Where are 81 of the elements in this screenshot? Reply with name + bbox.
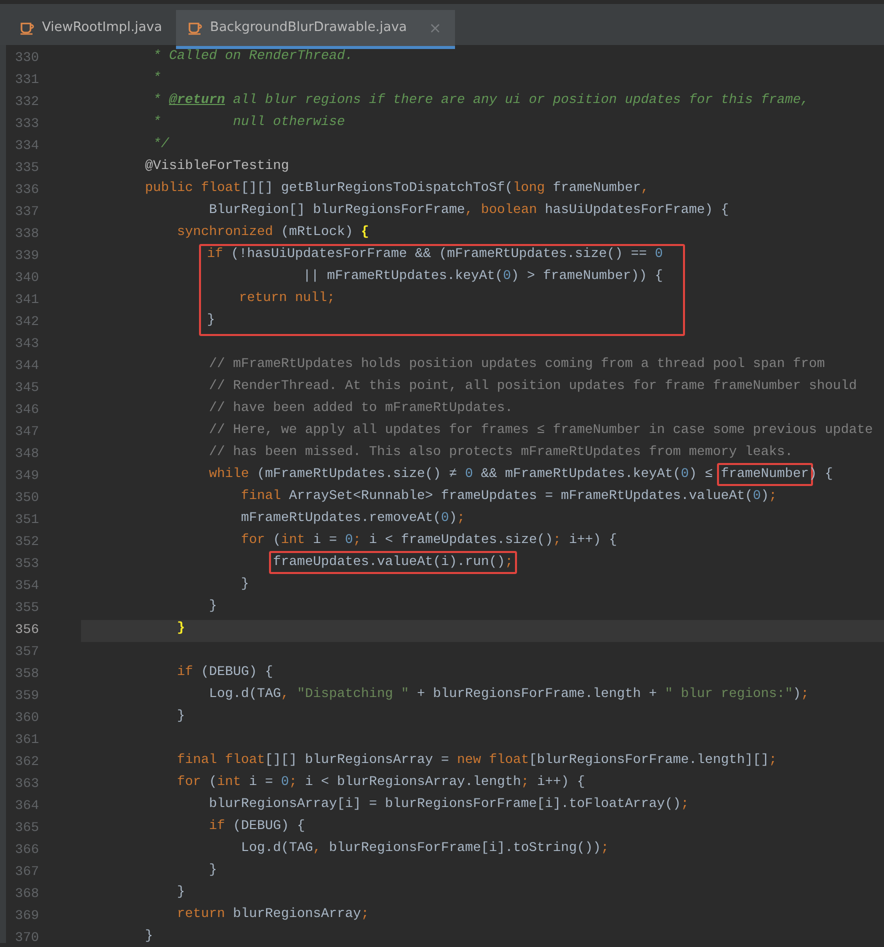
line-number: 370 [15, 931, 39, 943]
code-line: } [177, 885, 185, 902]
code-line: */ [153, 137, 169, 154]
line-number: 364 [15, 799, 39, 815]
line-number: 356 [15, 623, 39, 639]
code-line: final ArraySet<Runnable> frameUpdates = mFrameRtUpdates.valueAt(0); [241, 489, 777, 506]
code-line: * [153, 71, 161, 88]
cup-icon [20, 21, 34, 35]
line-number: 346 [15, 403, 39, 419]
line-number: 360 [15, 711, 39, 727]
code-line: return blurRegionsArray; [177, 907, 369, 924]
line-number: 345 [15, 381, 39, 397]
code-line: * @return all blur regions if there are any ui or position updates for this frame, [153, 93, 809, 110]
line-number: 363 [15, 777, 39, 793]
code-line: // Here, we apply all updates for frames ≤ frameNumber in case some previous update [209, 423, 873, 440]
code-line: public float[][] getBlurRegionsToDispatchToSf(long frameNumber, [145, 181, 649, 198]
code-line: } [145, 929, 153, 943]
code-line: * Called on RenderThread. [153, 49, 353, 66]
code-line: if (DEBUG) { [177, 665, 273, 682]
code-line: blurRegionsArray[i] = blurRegionsForFrame[i].toFloatArray(); [209, 797, 689, 814]
code-line: if (!hasUiUpdatesForFrame && (mFrameRtUpdates.size() == 0 [207, 247, 663, 264]
code-line: } [177, 621, 185, 638]
code-line: // have been added to mFrameRtUpdates. [209, 401, 513, 418]
line-number: 366 [15, 843, 39, 859]
file-tab[interactable]: ViewRootImpl.java [8, 10, 176, 49]
code-line: synchronized (mRtLock) { [177, 225, 369, 242]
line-number: 342 [15, 315, 39, 331]
code-line: mFrameRtUpdates.removeAt(0); [241, 511, 465, 528]
line-number: 343 [15, 337, 39, 353]
line-number: 367 [15, 865, 39, 881]
code-line: if (DEBUG) { [209, 819, 305, 836]
line-number: 361 [15, 733, 39, 749]
line-number: 368 [15, 887, 39, 903]
code-line: BlurRegion[] blurRegionsForFrame, boolean hasUiUpdatesForFrame) { [209, 203, 729, 220]
line-number: 355 [15, 601, 39, 617]
code-line: || mFrameRtUpdates.keyAt(0) > frameNumber)) { [303, 269, 663, 286]
code-line: // mFrameRtUpdates holds position updates coming from a thread pool span from [209, 357, 825, 374]
line-number: 337 [15, 205, 39, 221]
line-number: 333 [15, 117, 39, 133]
line-number: 332 [15, 95, 39, 111]
line-number: 358 [15, 667, 39, 683]
line-number: 354 [15, 579, 39, 595]
code-line: * null otherwise [153, 115, 345, 132]
file-tab[interactable]: BackgroundBlurDrawable.java × [176, 10, 456, 49]
code-line: @VisibleForTesting [145, 159, 289, 176]
code-line: for (int i = 0; i < frameUpdates.size(); i++) { [241, 533, 617, 550]
code-line: return null; [239, 291, 335, 308]
line-number: 331 [15, 73, 39, 89]
line-number: 365 [15, 821, 39, 837]
code-line: // RenderThread. At this point, all position updates for frame frameNumber should [209, 379, 857, 396]
line-number: 338 [15, 227, 39, 243]
line-number: 369 [15, 909, 39, 925]
line-number: 353 [15, 557, 39, 573]
code-line: Log.d(TAG, "Dispatching " + blurRegionsForFrame.length + " blur regions:"); [209, 687, 809, 704]
line-number: 357 [15, 645, 39, 661]
line-number: 344 [15, 359, 39, 375]
code-line: } [177, 709, 185, 726]
line-number: 352 [15, 535, 39, 551]
line-number: 335 [15, 161, 39, 177]
code-line: for (int i = 0; i < blurRegionsArray.length; i++) { [177, 775, 585, 792]
code-line: } [207, 313, 215, 330]
code-line: } [241, 577, 249, 594]
line-number: 339 [15, 249, 39, 265]
line-number: 347 [15, 425, 39, 441]
line-number: 359 [15, 689, 39, 705]
line-number: 334 [15, 139, 39, 155]
line-number: 351 [15, 513, 39, 529]
line-number: 336 [15, 183, 39, 199]
line-number: 340 [15, 271, 39, 287]
code-line: // has been missed. This also protects mFrameRtUpdates from memory leaks. [209, 445, 793, 462]
cup-icon [188, 21, 202, 35]
code-line: } [209, 863, 217, 880]
line-number: 348 [15, 447, 39, 463]
line-number: 341 [15, 293, 39, 309]
line-number: 350 [15, 491, 39, 507]
code-line: } [209, 599, 217, 616]
line-number: 349 [15, 469, 39, 485]
line-number: 330 [15, 51, 39, 67]
line-number: 362 [15, 755, 39, 771]
code-line: final float[][] blurRegionsArray = new float[blurRegionsForFrame.length][]; [177, 753, 777, 770]
code-line: Log.d(TAG, blurRegionsForFrame[i].toString()); [241, 841, 609, 858]
